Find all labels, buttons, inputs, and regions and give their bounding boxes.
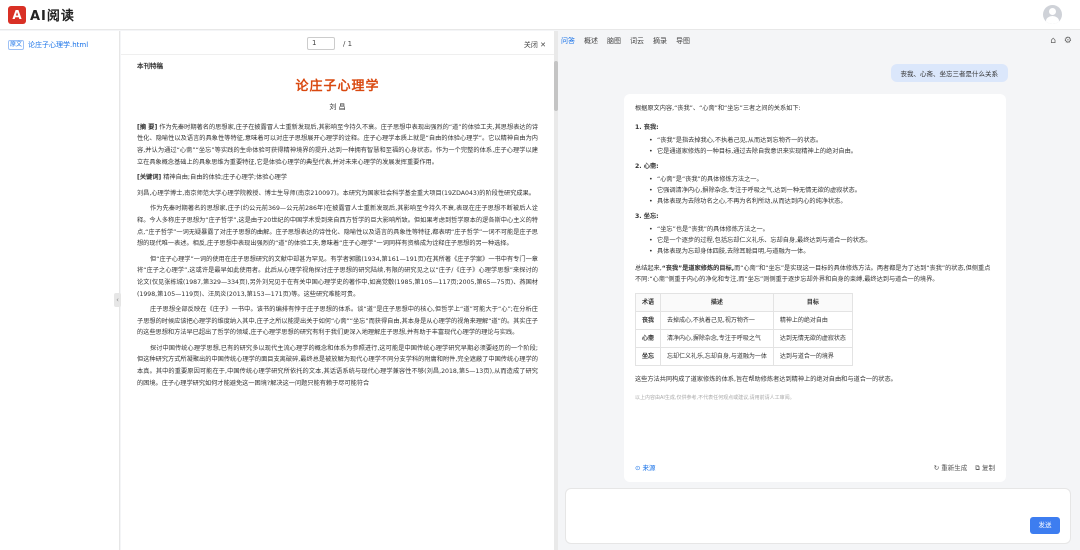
document-content: 本刊特稿 论庄子心理学 刘 昌 [摘 要] 作为先秦时期著名的思想家,庄子在披露…: [121, 55, 554, 550]
file-name: 论庄子心理学.html: [28, 41, 89, 49]
history-icon[interactable]: ⌂: [1050, 36, 1056, 46]
file-sidebar: 原文 论庄子心理学.html: [0, 31, 120, 550]
answer-card: 根据原文内容,“丧我”、“心斋”和“坐忘”三者之间的关系如下: 1. 丧我: “…: [624, 94, 1006, 482]
answer-section: 2. 心斋: “心斋”是“丧我”的具体修炼方法之一。 它强调清净内心,摒除杂念,…: [635, 161, 995, 207]
table-cell: 忘却仁义礼乐,忘却自身,与道融为一体: [660, 347, 774, 366]
sidebar-collapse-icon[interactable]: ‹: [114, 293, 121, 307]
app-title: AI阅读: [30, 9, 75, 24]
copy-label: 复制: [982, 464, 995, 472]
tab-excerpt[interactable]: 摘录: [653, 36, 667, 46]
doc-keywords: [关键词] 精神自由;自由的体验;庄子心理学;体验心理学: [137, 172, 538, 184]
table-row: 心斋 清净内心,摒除杂念,专注于呼吸之气 达到无情无欲的虚寂状态: [634, 329, 853, 348]
source-link[interactable]: ⊙ 来源: [635, 463, 656, 474]
summary-prefix: 总结起来,: [635, 265, 662, 272]
table-cell: 坐忘: [634, 347, 662, 366]
answer-outro: 这些方法共同构成了道家修炼的体系,旨在帮助修炼者达到精神上的绝对自由和与道合一的…: [635, 376, 897, 383]
table-cell: 达到无情无欲的虚寂状态: [772, 329, 853, 348]
answer-table: 术语 描述 目标 丧我 去掉成心,不执着己见,视万物齐一 精神上的绝对自由 心斋…: [634, 293, 853, 366]
section-heading: 1. 丧我:: [635, 124, 659, 131]
answer-section: 3. 坐忘: “坐忘”也是“丧我”的具体修炼方法之一。 它是一个逐步的过程,包括…: [635, 211, 995, 257]
table-cell: 清净内心,摒除杂念,专注于呼吸之气: [660, 329, 774, 348]
tab-mindmap[interactable]: 脑图: [607, 36, 621, 46]
doc-abstract: [摘 要] 作为先秦时期著名的思想家,庄子在披露冒人士重新发现后,其影响至今持久…: [137, 122, 538, 168]
settings-icon[interactable]: ⚙: [1064, 36, 1072, 46]
answer-section: 1. 丧我: “丧我”是指去掉我心,不执着己见,从而达到忘物齐一的状态。 它是通…: [635, 122, 995, 157]
source-label: 来源: [642, 464, 656, 472]
doc-title: 论庄子心理学: [295, 78, 380, 94]
user-question: 丧我、心斋、坐忘三者是什么关系: [890, 64, 1008, 82]
chat-input-box[interactable]: 发送: [565, 488, 1071, 544]
table-cell: 去掉成心,不执着己见,视万物齐一: [660, 311, 774, 330]
page-number-input[interactable]: 1: [307, 37, 335, 50]
send-button[interactable]: 发送: [1030, 517, 1060, 534]
table-header: 术语: [634, 293, 662, 312]
page-total: / 1: [343, 40, 353, 48]
bullet-item: 它是一个逐步的过程,包括忘却仁义礼乐、忘却自身,最终达到与道合一的状态。: [635, 235, 995, 246]
document-viewer: 1 / 1 关闭 ✕ 本刊特稿 论庄子心理学 刘 昌 [摘 要] 作为先秦时期著…: [121, 31, 554, 550]
bullet-item: “坐忘”也是“丧我”的具体修炼方法之一。: [635, 224, 995, 235]
tab-qa[interactable]: 问答: [561, 36, 575, 46]
table-row: 丧我 去掉成心,不执着己见,视万物齐一 精神上的绝对自由: [634, 311, 853, 330]
doc-paragraph: 庄子思想全部反映在《庄子》一书中。该书的编排有悖于庄子思想的体系。谈“道”是庄子…: [137, 306, 538, 337]
table-header: 目标: [772, 293, 853, 312]
chat-panel: 问答 概述 脑图 词云 摘录 导图 ⌂ ⚙ 丧我、心斋、坐忘三者是什么关系 根据…: [559, 31, 1080, 550]
doc-author-note: 刘昌,心理学博士,南京师范大学心理学院教授、博士生导师(南京210097)。本研…: [137, 189, 535, 197]
table-cell: 精神上的绝对自由: [772, 311, 853, 330]
bullet-item: 它是通道家修炼的一种目标,通过去除自我意识来实现精神上的绝对自由。: [635, 146, 995, 157]
tab-icons: ⌂ ⚙: [1050, 36, 1072, 46]
table-cell: 心斋: [634, 329, 662, 348]
bullet-item: 具体表现为忘却身体四肢,去除耳聪目明,与道融为一体。: [635, 246, 995, 257]
abstract-text: 作为先秦时期著名的思想家,庄子在披露冒人士重新发现后,其影响至今持久不衰。庄子思…: [137, 123, 539, 166]
file-type-tag: 原文: [8, 40, 25, 50]
section-heading: 2. 心斋:: [635, 163, 659, 170]
doc-paragraph: 探讨中国传统心理学思想,已有的研究多以现代主流心理学的概念和体系为参照进行,这可…: [137, 344, 538, 387]
keywords-text: 精神自由;自由的体验;庄子心理学;体验心理学: [163, 174, 288, 182]
abstract-label: [摘 要]: [137, 123, 158, 131]
doc-paragraph: 但“庄子心理学”一词的使用在庄子思想研究的文献中却甚为罕见。有学者郭鹏(1934…: [137, 255, 538, 298]
regenerate-button[interactable]: ↻ 重新生成: [934, 463, 968, 474]
doc-toolbar: 1 / 1 关闭 ✕: [121, 31, 554, 55]
regenerate-label: 重新生成: [941, 464, 968, 472]
copy-button[interactable]: ⧉ 复制: [975, 463, 995, 474]
top-bar: A AI阅读: [0, 0, 1080, 30]
answer-actions: ↻ 重新生成 ⧉ 复制: [934, 463, 995, 474]
doc-scrollbar[interactable]: [554, 31, 558, 550]
bullet-item: “心斋”是“丧我”的具体修炼方法之一。: [635, 174, 995, 185]
logo-icon: A: [8, 5, 26, 24]
ai-disclaimer: 以上内容由AI生成,仅供参考,不代表任何观点或建议,请用前请人工审阅。: [635, 395, 795, 401]
table-cell: 达到与道合一的境界: [772, 347, 853, 366]
doc-author: 刘 昌: [329, 103, 346, 112]
tab-wordcloud[interactable]: 词云: [630, 36, 644, 46]
table-row: 坐忘 忘却仁义礼乐,忘却自身,与道融为一体 达到与道合一的境界: [634, 347, 853, 366]
source-icon: ⊙: [635, 464, 641, 472]
bullet-item: “丧我”是指去掉我心,不执着己见,从而达到忘物齐一的状态。: [635, 135, 995, 146]
doc-paragraph: 作为先秦时期著名的思想家,庄子(约公元前369—公元前286年)在披露冒人士重新…: [137, 205, 538, 248]
bullet-item: 具体表现为去除功名之心,不再为名利所动,从而达到内心的纯净状态。: [635, 196, 995, 207]
answer-summary: 总结起来,“丧我”是道家修炼的目标,而“心斋”和“坐忘”是实现这一目标的具体修炼…: [635, 263, 995, 285]
app-logo[interactable]: A AI阅读: [8, 5, 75, 24]
close-doc-button[interactable]: 关闭 ✕: [524, 40, 546, 50]
answer-footer: ⊙ 来源 ↻ 重新生成 ⧉ 复制: [635, 463, 995, 474]
summary-bold: “丧我”是道家修炼的目标,: [661, 265, 735, 272]
user-avatar[interactable]: [1043, 5, 1062, 24]
sidebar-file-item[interactable]: 原文 论庄子心理学.html: [8, 40, 119, 50]
table-header-row: 术语 描述 目标: [634, 293, 853, 312]
copy-icon: ⧉: [975, 464, 980, 472]
refresh-icon: ↻: [933, 464, 940, 472]
section-heading: 3. 坐忘:: [635, 213, 659, 220]
scrollbar-thumb[interactable]: [554, 61, 558, 111]
doc-kicker: 本刊特稿: [137, 62, 163, 70]
chat-tabs: 问答 概述 脑图 词云 摘录 导图 ⌂ ⚙: [559, 31, 1080, 51]
keywords-label: [关键词]: [137, 174, 162, 182]
answer-intro: 根据原文内容,“丧我”、“心斋”和“坐忘”三者之间的关系如下:: [635, 105, 801, 112]
table-header: 描述: [660, 293, 774, 312]
bullet-item: 它强调清净内心,摒除杂念,专注于呼吸之气,达到一种无情无欲的虚寂状态。: [635, 185, 995, 196]
table-cell: 丧我: [634, 311, 662, 330]
tab-outline[interactable]: 导图: [676, 36, 690, 46]
tab-summary[interactable]: 概述: [584, 36, 598, 46]
